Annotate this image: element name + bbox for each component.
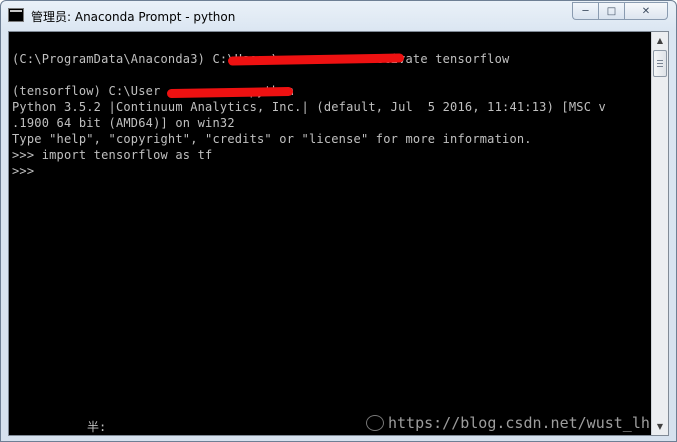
- console-output[interactable]: (C:\ProgramData\Anaconda3) C:\Users\ act…: [9, 32, 652, 435]
- scroll-up-button[interactable]: ▲: [652, 32, 668, 49]
- console-prompt-line: >>>: [12, 164, 35, 178]
- console-line: Type "help", "copyright", "credits" or "…: [12, 132, 532, 146]
- arrow-up-icon: ▲: [656, 36, 664, 45]
- scrollbar-thumb[interactable]: [653, 50, 667, 77]
- close-icon: ✕: [641, 5, 651, 17]
- caption-buttons: ─ □ ✕: [572, 2, 668, 21]
- title-bar[interactable]: 管理员: Anaconda Prompt - python ─ □ ✕: [1, 1, 676, 31]
- close-button[interactable]: ✕: [624, 2, 668, 20]
- console-frame: (C:\ProgramData\Anaconda3) C:\Users\ act…: [8, 31, 669, 436]
- minimize-icon: ─: [582, 5, 589, 17]
- minimize-button[interactable]: ─: [572, 2, 598, 20]
- arrow-down-icon: ▼: [656, 422, 664, 431]
- vertical-scrollbar[interactable]: ▲ ▼: [651, 32, 668, 435]
- watermark-logo: [366, 415, 384, 431]
- console-line: Python 3.5.2 |Continuum Analytics, Inc.|…: [12, 100, 606, 114]
- ime-status: 半:: [87, 420, 107, 434]
- console-app-icon[interactable]: [8, 8, 24, 22]
- scroll-down-button[interactable]: ▼: [652, 418, 668, 435]
- anaconda-prompt-window: 管理员: Anaconda Prompt - python ─ □ ✕ (C:\…: [0, 0, 677, 442]
- window-title: 管理员: Anaconda Prompt - python: [31, 10, 236, 24]
- console-line: >>> import tensorflow as tf: [12, 148, 213, 162]
- maximize-icon: □: [606, 5, 617, 17]
- watermark-text: https://blog.csdn.net/wust_lh: [388, 414, 650, 432]
- console-line: .1900 64 bit (AMD64)] on win32: [12, 116, 235, 130]
- maximize-button[interactable]: □: [598, 2, 624, 20]
